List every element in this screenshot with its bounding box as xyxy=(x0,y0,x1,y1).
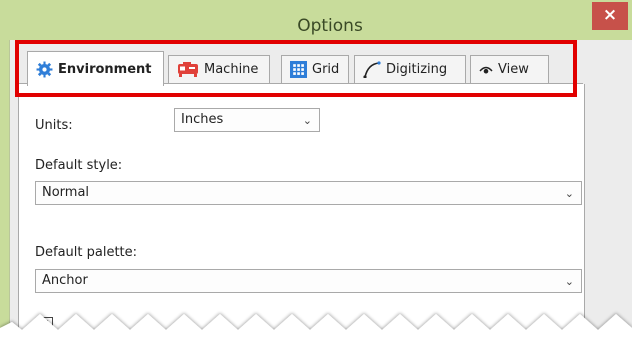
machine-icon xyxy=(178,62,198,77)
default-palette-value: Anchor xyxy=(42,273,88,288)
gear-icon xyxy=(36,61,53,77)
title-bar[interactable]: Options × xyxy=(0,0,632,36)
units-label: Units: xyxy=(35,118,73,133)
units-select[interactable]: Inches ⌄ xyxy=(174,108,320,132)
tab-digitizing[interactable]: Digitizing xyxy=(354,55,466,83)
grid-icon xyxy=(290,61,307,78)
close-button[interactable]: × xyxy=(592,2,628,30)
curve-icon xyxy=(363,61,381,78)
default-palette-label: Default palette: xyxy=(35,245,138,260)
eye-icon xyxy=(479,66,493,73)
chevron-down-icon: ⌄ xyxy=(302,114,312,127)
tab-grid[interactable]: Grid xyxy=(281,55,349,83)
default-style-value: Normal xyxy=(42,185,90,200)
chevron-down-icon: ⌄ xyxy=(564,187,574,200)
window-title: Options xyxy=(297,16,363,36)
default-style-label: Default style: xyxy=(35,158,123,173)
default-style-select[interactable]: Normal ⌄ xyxy=(35,181,582,205)
tab-view[interactable]: View xyxy=(470,55,549,83)
tab-grid-label: Grid xyxy=(312,62,340,77)
options-window: Options × Environment Machine Grid Digit… xyxy=(0,0,632,337)
units-select-value: Inches xyxy=(181,112,224,127)
tab-environment[interactable]: Environment xyxy=(27,51,164,86)
tab-machine[interactable]: Machine xyxy=(168,55,270,83)
tab-environment-label: Environment xyxy=(58,61,152,77)
torn-edge-decoration xyxy=(0,314,632,337)
tab-machine-label: Machine xyxy=(204,62,259,77)
tab-digitizing-label: Digitizing xyxy=(386,62,448,77)
tab-view-label: View xyxy=(498,62,529,77)
